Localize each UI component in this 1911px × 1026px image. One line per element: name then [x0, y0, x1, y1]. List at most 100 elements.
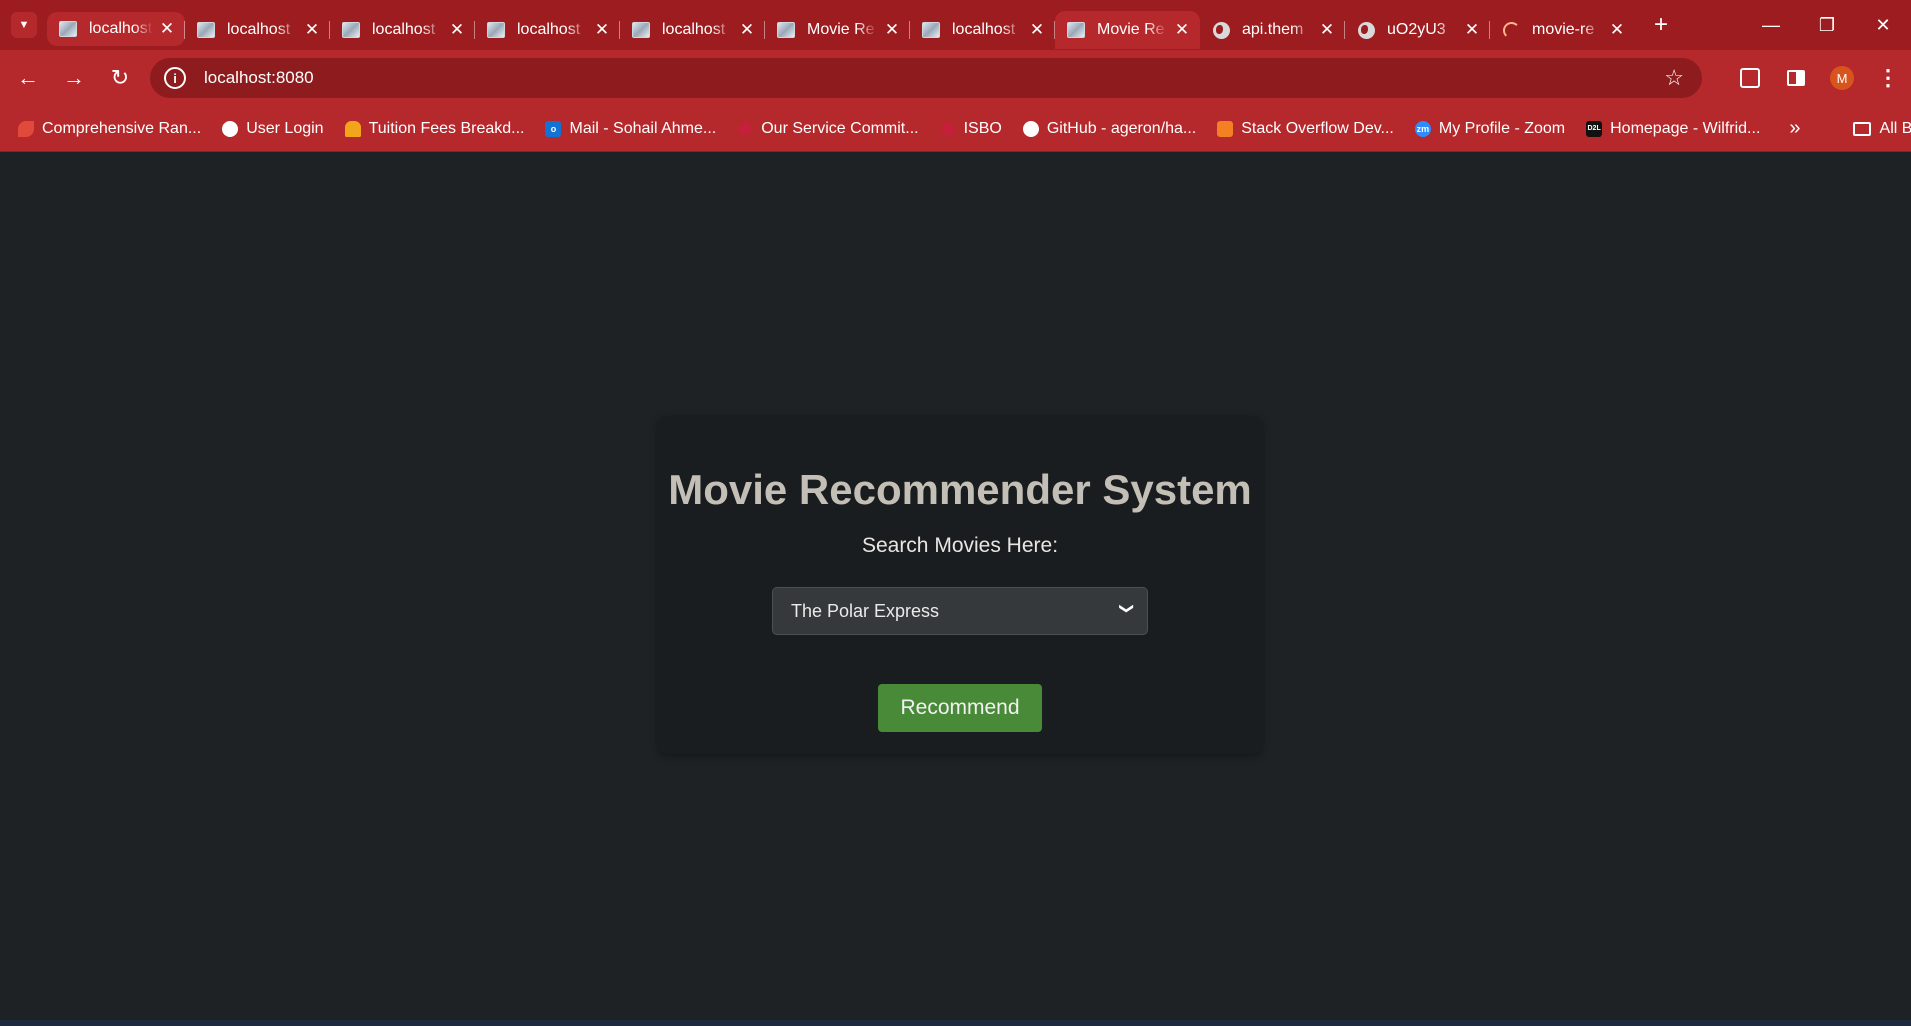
new-tab-button[interactable]: + — [1649, 11, 1673, 39]
page-image-icon — [487, 21, 505, 39]
red-diamond-icon — [939, 120, 957, 137]
outlook-icon: o — [545, 120, 562, 137]
back-button[interactable]: ← — [8, 58, 48, 98]
bookmark-label: Stack Overflow Dev... — [1241, 119, 1394, 137]
close-icon[interactable]: ✕ — [1609, 20, 1625, 40]
tab-title: movie-re — [1532, 21, 1595, 38]
bookmark-label: Homepage - Wilfrid... — [1610, 119, 1761, 137]
globe-icon — [1212, 21, 1230, 39]
side-panel-icon — [1787, 70, 1805, 86]
close-icon[interactable]: ✕ — [739, 20, 755, 40]
page-content: Movie Recommender System Search Movies H… — [0, 152, 1911, 1020]
close-icon[interactable]: ✕ — [884, 20, 900, 40]
page-image-icon — [1067, 21, 1085, 39]
side-panel-button[interactable] — [1773, 50, 1819, 106]
page-image-icon — [59, 20, 77, 38]
page-image-icon — [342, 21, 360, 39]
movie-select[interactable]: The Polar Express ❯ — [772, 587, 1148, 635]
bookmark-label: Mail - Sohail Ahme... — [569, 119, 717, 137]
bookmark-label: Our Service Commit... — [761, 119, 919, 137]
tab-title: api.them — [1242, 21, 1304, 38]
minimize-button[interactable]: — — [1743, 0, 1799, 50]
bookmark-item[interactable]: User Login — [212, 106, 334, 152]
browser-tab[interactable]: localhost ✕ — [184, 11, 330, 49]
restore-icon: ❐ — [1818, 14, 1836, 35]
bookmark-item[interactable]: o Mail - Sohail Ahme... — [535, 106, 727, 152]
menu-button[interactable]: ⋮ — [1865, 50, 1911, 106]
close-window-button[interactable]: ✕ — [1855, 0, 1911, 50]
browser-tab[interactable]: uO2yU3 ✕ — [1344, 11, 1490, 49]
all-bookmarks-button[interactable]: All Bookmarks — [1843, 106, 1911, 152]
close-icon[interactable]: ✕ — [1029, 20, 1045, 40]
red-diamond-icon — [736, 120, 754, 137]
browser-tab[interactable]: movie-re ✕ — [1489, 11, 1635, 49]
arrow-left-icon: ← — [17, 65, 39, 90]
browser-tab[interactable]: localhost ✕ — [474, 11, 620, 49]
profile-button[interactable]: M — [1819, 50, 1865, 106]
close-icon[interactable]: ✕ — [1319, 20, 1335, 40]
browser-tab[interactable]: Movie Re ✕ — [764, 11, 910, 49]
tab-strip: ▼ localhost ✕ localhost ✕ localhost ✕ lo… — [0, 0, 1911, 50]
bookmark-item[interactable]: GitHub - ageron/ha... — [1013, 106, 1207, 152]
recommender-card: Movie Recommender System Search Movies H… — [658, 416, 1262, 754]
bookmark-label: ISBO — [963, 119, 1002, 137]
browser-tab[interactable]: localhost ✕ — [329, 11, 475, 49]
search-label: Search Movies Here: — [861, 534, 1059, 557]
close-icon[interactable]: ✕ — [1174, 20, 1190, 40]
puzzle-icon — [1740, 68, 1760, 88]
bookmark-item[interactable]: Our Service Commit... — [727, 106, 929, 152]
address-bar[interactable]: i localhost:8080 ☆ — [150, 58, 1702, 98]
bookmark-label: Tuition Fees Breakd... — [368, 119, 525, 137]
reload-button[interactable]: ↻ — [100, 58, 140, 98]
page-image-icon — [922, 21, 940, 39]
recommend-button[interactable]: Recommend — [878, 684, 1042, 732]
page-title: Movie Recommender System — [668, 466, 1252, 513]
bookmark-item[interactable]: zm My Profile - Zoom — [1405, 106, 1576, 152]
restore-button[interactable]: ❐ — [1799, 0, 1855, 50]
bookmarks-bar: Comprehensive Ran... User Login Tuition … — [0, 106, 1911, 152]
browser-tab-active[interactable]: Movie Re ✕ — [1054, 11, 1200, 49]
tab-title: Movie Re — [1097, 21, 1165, 38]
more-bookmarks-button[interactable]: » — [1789, 117, 1800, 140]
page-image-icon — [197, 21, 215, 39]
tab-title: localhost — [89, 20, 153, 37]
bookmark-item[interactable]: ISBO — [930, 106, 1013, 152]
close-icon: ✕ — [1875, 14, 1891, 35]
bookmark-label: Comprehensive Ran... — [42, 119, 202, 137]
site-info-icon[interactable]: i — [164, 67, 186, 89]
browser-tab[interactable]: localhost ✕ — [47, 12, 185, 46]
extensions-button[interactable] — [1727, 50, 1773, 106]
chevron-down-icon: ❯ — [1119, 602, 1136, 615]
tab-title: localhost — [372, 21, 436, 38]
window-controls: — ❐ ✕ — [1743, 0, 1911, 50]
tab-title: localhost — [517, 21, 581, 38]
bookmark-item[interactable]: Comprehensive Ran... — [0, 106, 212, 152]
close-icon[interactable]: ✕ — [594, 20, 610, 40]
tab-title: uO2yU3 — [1387, 21, 1446, 38]
address-url[interactable]: localhost:8080 — [204, 68, 314, 88]
chevron-down-icon: ▼ — [18, 19, 30, 31]
globe-icon — [222, 120, 239, 137]
tab-search-button[interactable]: ▼ — [11, 12, 37, 38]
close-icon[interactable]: ✕ — [449, 20, 465, 40]
forward-button[interactable]: → — [54, 58, 94, 98]
tab-title: localhost — [227, 21, 291, 38]
browser-tab[interactable]: localhost ✕ — [619, 11, 765, 49]
close-icon[interactable]: ✕ — [304, 20, 320, 40]
toolbar-actions: M ⋮ — [1727, 50, 1911, 106]
bookmark-item[interactable]: D2L Homepage - Wilfrid... — [1576, 106, 1771, 152]
tab-title: localhost — [662, 21, 726, 38]
reload-icon: ↻ — [110, 65, 130, 90]
close-icon[interactable]: ✕ — [159, 19, 175, 39]
globe-icon — [1357, 21, 1375, 39]
bookmark-item[interactable]: Stack Overflow Dev... — [1207, 106, 1405, 152]
tab-title: Movie Re — [807, 21, 875, 38]
stackoverflow-icon — [1217, 120, 1234, 137]
page-image-icon — [777, 21, 795, 39]
star-icon[interactable]: ☆ — [1664, 65, 1684, 91]
browser-tab[interactable]: localhost ✕ — [909, 11, 1055, 49]
browser-tab[interactable]: api.them ✕ — [1200, 11, 1345, 49]
bookmark-item[interactable]: Tuition Fees Breakd... — [335, 106, 536, 152]
zoom-icon: zm — [1414, 120, 1431, 137]
close-icon[interactable]: ✕ — [1464, 20, 1480, 40]
